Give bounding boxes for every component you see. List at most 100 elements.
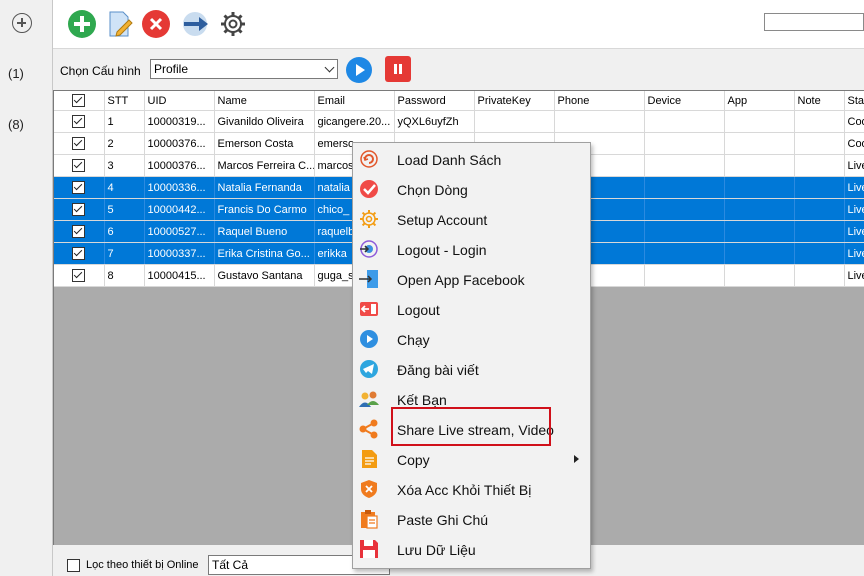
column-header[interactable]: Name [214,91,315,111]
cell-status[interactable]: Live [844,154,864,177]
cell-phone[interactable] [554,110,645,133]
cell-uid[interactable]: 10000376... [144,154,215,177]
cell-note[interactable] [794,110,845,133]
checkbox[interactable] [72,225,86,238]
row-checkbox-cell[interactable] [54,110,105,133]
cell-stt[interactable]: 6 [104,220,145,243]
settings-button[interactable] [219,10,247,38]
menu-item-open-app-facebook[interactable]: Open App Facebook [353,264,590,294]
cell-stt[interactable]: 1 [104,110,145,133]
checkbox[interactable] [72,269,86,282]
column-header[interactable]: Note [794,91,845,111]
cell-app[interactable] [724,110,795,133]
cell-stt[interactable]: 4 [104,176,145,199]
cell-app[interactable] [724,154,795,177]
row-checkbox-cell[interactable] [54,198,105,221]
cell-device[interactable] [644,110,725,133]
cell-stt[interactable]: 2 [104,132,145,155]
menu-item-select-rows[interactable]: Chọn Dòng [353,174,590,204]
cell-device[interactable] [644,154,725,177]
cell-name[interactable]: Marcos Ferreira C... [214,154,315,177]
add-button[interactable] [68,10,96,38]
cell-password[interactable]: yQXL6uyfZh [394,110,475,133]
checkbox[interactable] [72,94,86,107]
cell-uid[interactable]: 10000415... [144,264,215,287]
cell-uid[interactable]: 10000336... [144,176,215,199]
cell-status[interactable]: Live [844,176,864,199]
menu-item-logout-login[interactable]: Logout - Login [353,234,590,264]
menu-item-save-data[interactable]: Lưu Dữ Liệu [353,534,590,564]
cell-name[interactable]: Raquel Bueno [214,220,315,243]
row-checkbox-cell[interactable] [54,242,105,265]
column-header[interactable]: App [724,91,795,111]
cell-status[interactable]: Live [844,264,864,287]
cell-note[interactable] [794,154,845,177]
cell-uid[interactable]: 10000527... [144,220,215,243]
row-checkbox-cell[interactable] [54,132,105,155]
cell-name[interactable]: Emerson Costa [214,132,315,155]
cell-note[interactable] [794,264,845,287]
cell-device[interactable] [644,220,725,243]
cell-device[interactable] [644,198,725,221]
cell-uid[interactable]: 10000319... [144,110,215,133]
cell-note[interactable] [794,242,845,265]
checkbox[interactable] [72,247,86,260]
cell-name[interactable]: Givanildo Oliveira [214,110,315,133]
checkbox[interactable] [72,137,86,150]
search-input[interactable] [764,13,864,31]
cell-app[interactable] [724,132,795,155]
column-header[interactable]: UID [144,91,215,111]
profile-select[interactable]: Profile [150,59,338,79]
column-header[interactable]: Email [314,91,395,111]
cell-status[interactable]: Coo [844,110,864,133]
cell-stt[interactable]: 5 [104,198,145,221]
cell-name[interactable]: Francis Do Carmo [214,198,315,221]
cell-stt[interactable]: 8 [104,264,145,287]
cell-note[interactable] [794,132,845,155]
table-row[interactable]: 1 10000319... Givanildo Oliveira gicangere.… [54,110,864,133]
column-header[interactable]: STT [104,91,145,111]
cell-note[interactable] [794,220,845,243]
sidebar-count-1[interactable]: (1) [8,66,24,81]
add-circle-icon[interactable] [12,13,32,33]
sidebar-count-2[interactable]: (8) [8,117,24,132]
row-checkbox-cell[interactable] [54,264,105,287]
cell-name[interactable]: Natalia Fernanda [214,176,315,199]
cell-status[interactable]: Live [844,198,864,221]
cell-email[interactable]: gicangere.20... [314,110,395,133]
checkbox[interactable] [72,115,86,128]
menu-item-load-list[interactable]: Load Danh Sách [353,144,590,174]
row-checkbox-cell[interactable] [54,220,105,243]
column-header[interactable]: PrivateKey [474,91,555,111]
menu-item-copy[interactable]: Copy [353,444,590,474]
cell-app[interactable] [724,176,795,199]
menu-item-logout[interactable]: Logout [353,294,590,324]
column-header[interactable]: Phone [554,91,645,111]
checkbox[interactable] [72,159,86,172]
menu-item-remove-acc[interactable]: Xóa Acc Khỏi Thiết Bị [353,474,590,504]
cell-note[interactable] [794,176,845,199]
cell-uid[interactable]: 10000337... [144,242,215,265]
column-header[interactable]: Sta [844,91,864,111]
column-header[interactable]: Password [394,91,475,111]
menu-item-setup-account[interactable]: Setup Account [353,204,590,234]
checkbox[interactable] [72,181,86,194]
cell-uid[interactable]: 10000376... [144,132,215,155]
header-select-all[interactable] [54,91,105,111]
checkbox[interactable] [72,203,86,216]
row-checkbox-cell[interactable] [54,176,105,199]
row-checkbox-cell[interactable] [54,154,105,177]
edit-button[interactable] [106,10,134,38]
menu-item-paste-note[interactable]: Paste Ghi Chú [353,504,590,534]
cell-status[interactable]: Coo [844,132,864,155]
cell-privatekey[interactable] [474,110,555,133]
cell-app[interactable] [724,198,795,221]
export-button[interactable] [181,10,209,38]
cell-app[interactable] [724,242,795,265]
cell-name[interactable]: Gustavo Santana [214,264,315,287]
menu-item-run[interactable]: Chạy [353,324,590,354]
cell-note[interactable] [794,198,845,221]
cell-device[interactable] [644,264,725,287]
menu-item-post[interactable]: Đăng bài viết [353,354,590,384]
cell-device[interactable] [644,176,725,199]
